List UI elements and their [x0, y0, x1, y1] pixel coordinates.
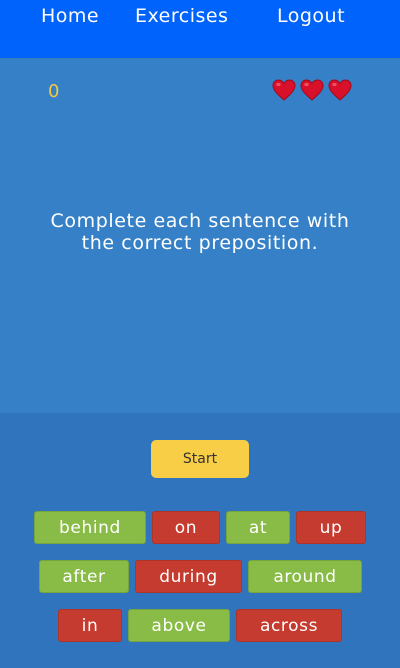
word-tile-during[interactable]: during: [135, 560, 242, 593]
score-counter: 0: [48, 81, 60, 102]
word-tile-after[interactable]: after: [39, 560, 129, 593]
word-tile-across[interactable]: across: [236, 609, 342, 642]
heart-icon: [300, 79, 324, 101]
word-tile-on[interactable]: on: [152, 511, 220, 544]
word-tile-up[interactable]: up: [296, 511, 366, 544]
top-navbar: Home Exercises Logout: [0, 0, 400, 58]
instruction-text: Complete each sentence with the correct …: [50, 210, 350, 254]
word-tile-above[interactable]: above: [128, 609, 230, 642]
word-tile-around[interactable]: around: [248, 560, 362, 593]
word-tile-at[interactable]: at: [226, 511, 290, 544]
word-tile-in[interactable]: in: [58, 609, 122, 642]
nav-home-link[interactable]: Home: [41, 5, 99, 27]
game-panel: 0 Complete each sentence with the correc…: [0, 58, 400, 413]
heart-icon: [272, 79, 296, 101]
nav-logout-link[interactable]: Logout: [277, 5, 345, 27]
lives-indicator: [272, 79, 352, 101]
start-button[interactable]: Start: [151, 440, 249, 478]
nav-exercises-link[interactable]: Exercises: [135, 5, 228, 27]
word-tile-behind[interactable]: behind: [34, 511, 146, 544]
heart-icon: [328, 79, 352, 101]
